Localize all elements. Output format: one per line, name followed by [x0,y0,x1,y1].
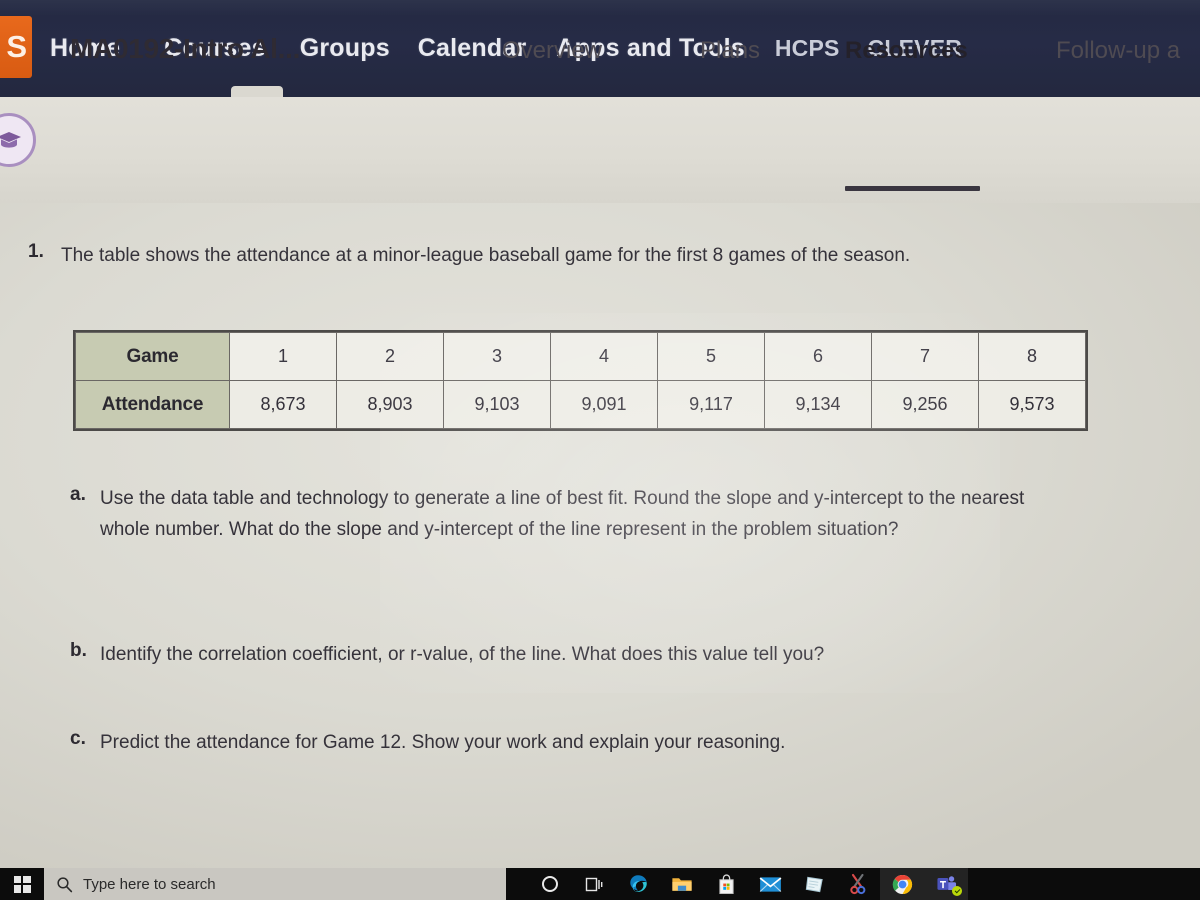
teams-status-badge [952,886,962,896]
game-cell-3: 3 [443,332,551,381]
attendance-cell-3: 9,103 [443,380,551,429]
tab-follow-up[interactable]: Follow-up a [1056,37,1180,65]
google-chrome-icon[interactable] [880,868,924,900]
active-tab-underline [845,186,980,191]
snipping-tool-icon[interactable] [836,868,880,900]
question-prompt: The table shows the attendance at a mino… [61,245,911,266]
part-c-label: c. [70,728,86,749]
attendance-cell-4: 9,091 [550,380,658,429]
part-a-label: a. [70,484,86,505]
part-a-text: Use the data table and technology to gen… [100,488,1025,540]
part-b-label: b. [70,640,87,661]
nav-item-hcps[interactable]: HCPS [775,35,840,62]
part-c-text: Predict the attendance for Game 12. Show… [100,732,786,753]
game-cell-6: 6 [764,332,872,381]
attendance-cell-5: 9,117 [657,380,765,429]
game-cell-1: 1 [229,332,337,381]
row-header-attendance: Attendance [75,380,230,429]
game-cell-7: 7 [871,332,979,381]
tab-plans[interactable]: Plans [700,37,760,65]
cortana-icon[interactable] [528,868,572,900]
attendance-cell-2: 8,903 [336,380,444,429]
table-row-attendance: Attendance 8,673 8,903 9,103 9,091 9,117… [75,380,1086,429]
part-b-text: Identify the correlation coefficient, or… [100,644,825,665]
microsoft-edge-icon[interactable] [616,868,660,900]
game-cell-5: 5 [657,332,765,381]
search-placeholder: Type here to search [83,875,216,893]
attendance-cell-7: 9,256 [871,380,979,429]
table-row-game: Game 1 2 3 4 5 6 7 8 [75,332,1086,381]
microsoft-store-icon[interactable] [704,868,748,900]
game-cell-4: 4 [550,332,658,381]
screen: S Home Courses Groups Calendar Apps and … [0,0,1200,900]
graduation-cap-icon [0,113,36,167]
course-title: MA0192-Intro Al... [70,33,301,64]
microsoft-teams-icon[interactable] [924,868,968,900]
nav-item-groups[interactable]: Groups [300,34,390,63]
windows-logo-icon [13,875,31,893]
game-cell-8: 8 [978,332,1086,381]
row-header-game: Game [75,332,230,381]
schoology-logo[interactable]: S [0,16,32,78]
windows-taskbar: Type here to search [0,868,1200,900]
mail-icon[interactable] [748,868,792,900]
tab-resources[interactable]: Resources [845,37,968,65]
attendance-cell-1: 8,673 [229,380,337,429]
game-cell-2: 2 [336,332,444,381]
tab-overview[interactable]: Overview [502,37,602,65]
data-table: Game 1 2 3 4 5 6 7 8 Attendance 8,673 8,… [75,332,1086,429]
worksheet-content: 1. The table shows the attendance at a m… [0,203,1200,868]
sticky-notes-icon[interactable] [792,868,836,900]
start-button[interactable] [0,868,44,900]
attendance-cell-8: 9,573 [978,380,1086,429]
course-header-bar [0,97,1200,203]
search-input[interactable]: Type here to search [44,868,506,900]
taskbar-icon-strip [528,868,968,900]
search-icon [57,876,73,892]
task-view-icon[interactable] [572,868,616,900]
attendance-cell-6: 9,134 [764,380,872,429]
question-number: 1. [28,241,44,262]
file-explorer-icon[interactable] [660,868,704,900]
attendance-data-table: Game 1 2 3 4 5 6 7 8 Attendance 8,673 8,… [73,330,1088,431]
